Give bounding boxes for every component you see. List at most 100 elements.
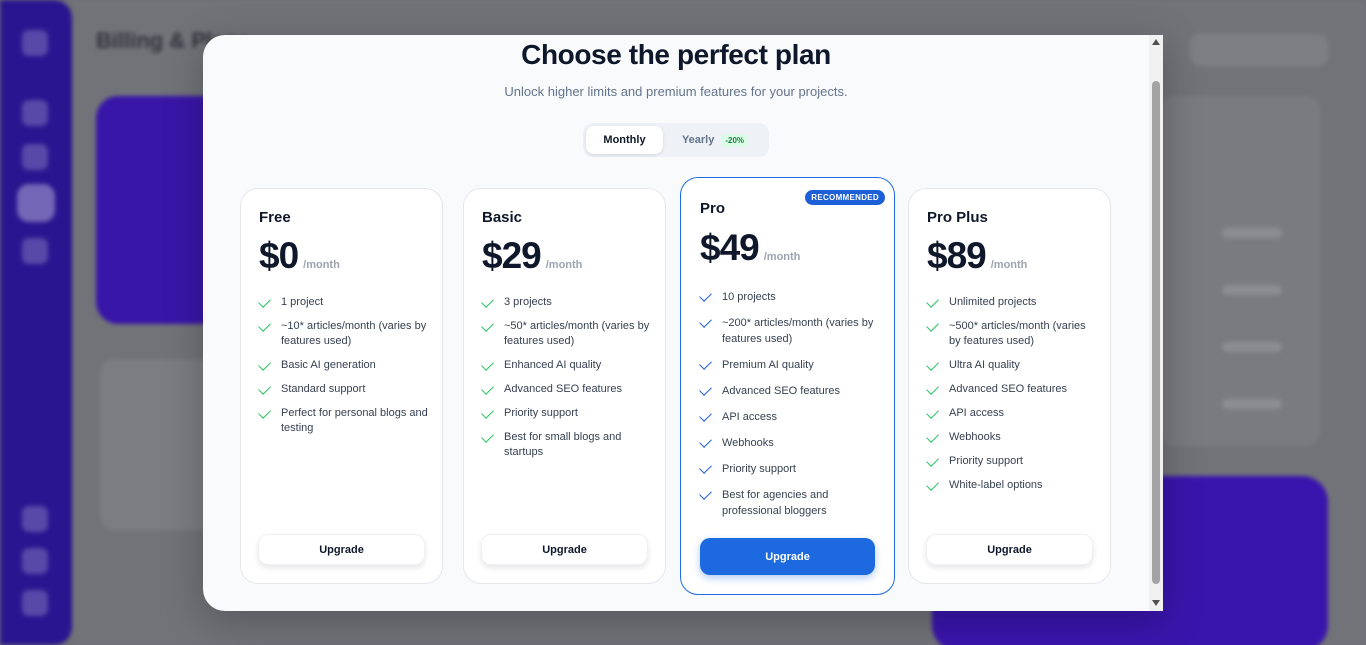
feature-item: ~10* articles/month (varies by features … (258, 319, 428, 349)
feature-text: Advanced SEO features (949, 383, 1068, 395)
feature-item: Webhooks (699, 435, 880, 451)
plan-name: Pro (700, 200, 726, 217)
check-icon (926, 382, 939, 395)
plan-period: /month (545, 259, 583, 271)
feature-item: ~500* articles/month (varies by features… (926, 319, 1096, 349)
scroll-down-arrow-icon[interactable] (1152, 600, 1160, 606)
toggle-yearly-label: Yearly (681, 134, 715, 146)
price-row: $89 /month (927, 235, 1027, 277)
price-row: $29 /month (482, 235, 582, 277)
feature-item: Advanced SEO features (926, 382, 1096, 397)
modal-title: Choose the perfect plan (521, 39, 831, 70)
feature-text: Unlimited projects (949, 296, 1037, 308)
check-icon (481, 406, 494, 419)
check-icon (926, 319, 939, 332)
plan-price: $0 (259, 235, 299, 276)
check-icon (481, 319, 494, 332)
yearly-discount-badge: -20% (721, 133, 749, 147)
feature-text: Best for agencies and professional blogg… (722, 489, 829, 517)
plan-card-pro-plus: Pro Plus $89 /month Unlimited projects ~… (908, 188, 1111, 584)
sidebar-logo-icon (22, 30, 48, 56)
feature-text: Premium AI quality (722, 359, 814, 371)
check-icon (481, 358, 494, 371)
plan-period: /month (990, 259, 1028, 271)
sidebar-nav-icon (22, 590, 48, 616)
feature-text: Priority support (504, 407, 578, 419)
check-icon (926, 358, 939, 371)
feature-item: API access (699, 409, 880, 425)
feature-item: Best for small blogs and startups (481, 430, 651, 460)
scroll-up-arrow-icon[interactable] (1152, 39, 1160, 45)
feature-text: 3 projects (504, 296, 552, 308)
feature-item: 3 projects (481, 295, 651, 310)
modal-scrollbar[interactable] (1149, 35, 1163, 611)
feature-item: Advanced SEO features (481, 382, 651, 397)
feature-item: Perfect for personal blogs and testing (258, 406, 428, 436)
plan-card-pro: RECOMMENDED Pro $49 /month 10 projects ~… (680, 177, 895, 595)
feature-text: White-label options (949, 479, 1043, 491)
feature-item: Unlimited projects (926, 295, 1096, 310)
modal-subtitle: Unlock higher limits and premium feature… (504, 84, 848, 99)
feature-text: Best for small blogs and startups (504, 431, 622, 458)
feature-item: Best for agencies and professional blogg… (699, 487, 880, 519)
feature-item: White-label options (926, 478, 1096, 493)
check-icon (699, 289, 712, 302)
plan-price: $29 (482, 235, 542, 276)
feature-text: Basic AI generation (281, 359, 376, 371)
feature-item: API access (926, 406, 1096, 421)
feature-text: Standard support (281, 383, 366, 395)
recommended-badge: RECOMMENDED (805, 190, 885, 205)
price-row: $0 /month (259, 235, 340, 277)
check-icon (258, 382, 271, 395)
feature-text: Advanced SEO features (504, 383, 623, 395)
sidebar-nav-icon (22, 144, 48, 170)
feature-list: Unlimited projects ~500* articles/month … (926, 295, 1096, 502)
sidebar-nav-icon-active (17, 184, 55, 222)
check-icon (699, 435, 712, 448)
price-row: $49 /month (700, 227, 800, 269)
background-row (1222, 399, 1282, 409)
toggle-monthly[interactable]: Monthly (586, 126, 663, 154)
check-icon (926, 295, 939, 308)
check-icon (699, 409, 712, 422)
feature-list: 3 projects ~50* articles/month (varies b… (481, 295, 651, 469)
upgrade-button-pro[interactable]: Upgrade (700, 538, 875, 575)
feature-text: Advanced SEO features (722, 385, 841, 397)
plan-card-free: Free $0 /month 1 project ~10* articles/m… (240, 188, 443, 584)
upgrade-button-pro-plus[interactable]: Upgrade (926, 534, 1093, 565)
toggle-yearly[interactable]: Yearly -20% (665, 126, 765, 154)
scrollbar-thumb[interactable] (1152, 81, 1160, 584)
upgrade-button-basic[interactable]: Upgrade (481, 534, 648, 565)
plan-name: Pro Plus (927, 209, 988, 226)
background-row (1222, 342, 1282, 352)
plan-period: /month (763, 251, 801, 263)
feature-text: ~500* articles/month (varies by features… (949, 320, 1086, 347)
feature-text: 10 projects (722, 291, 776, 303)
sidebar-nav-icon (22, 548, 48, 574)
check-icon (926, 406, 939, 419)
plan-name: Basic (482, 209, 523, 226)
feature-text: Ultra AI quality (949, 359, 1020, 371)
check-icon (481, 430, 494, 443)
feature-item: Premium AI quality (699, 357, 880, 373)
plan-price: $49 (700, 227, 760, 268)
feature-item: Advanced SEO features (699, 383, 880, 399)
check-icon (699, 383, 712, 396)
background-row (1222, 228, 1282, 238)
feature-item: Standard support (258, 382, 428, 397)
feature-list: 10 projects ~200* articles/month (varies… (699, 289, 880, 529)
check-icon (926, 430, 939, 443)
check-icon (699, 357, 712, 370)
feature-text: Perfect for personal blogs and testing (281, 407, 428, 434)
feature-text: Enhanced AI quality (504, 359, 602, 371)
check-icon (926, 454, 939, 467)
pricing-modal: Choose the perfect plan Unlock higher li… (203, 35, 1163, 611)
billing-period-toggle: Monthly Yearly -20% (583, 123, 769, 157)
feature-item: Ultra AI quality (926, 358, 1096, 373)
check-icon (699, 487, 712, 500)
feature-item: Priority support (481, 406, 651, 421)
check-icon (258, 358, 271, 371)
check-icon (699, 461, 712, 474)
feature-item: ~50* articles/month (varies by features … (481, 319, 651, 349)
upgrade-button-free[interactable]: Upgrade (258, 534, 425, 565)
